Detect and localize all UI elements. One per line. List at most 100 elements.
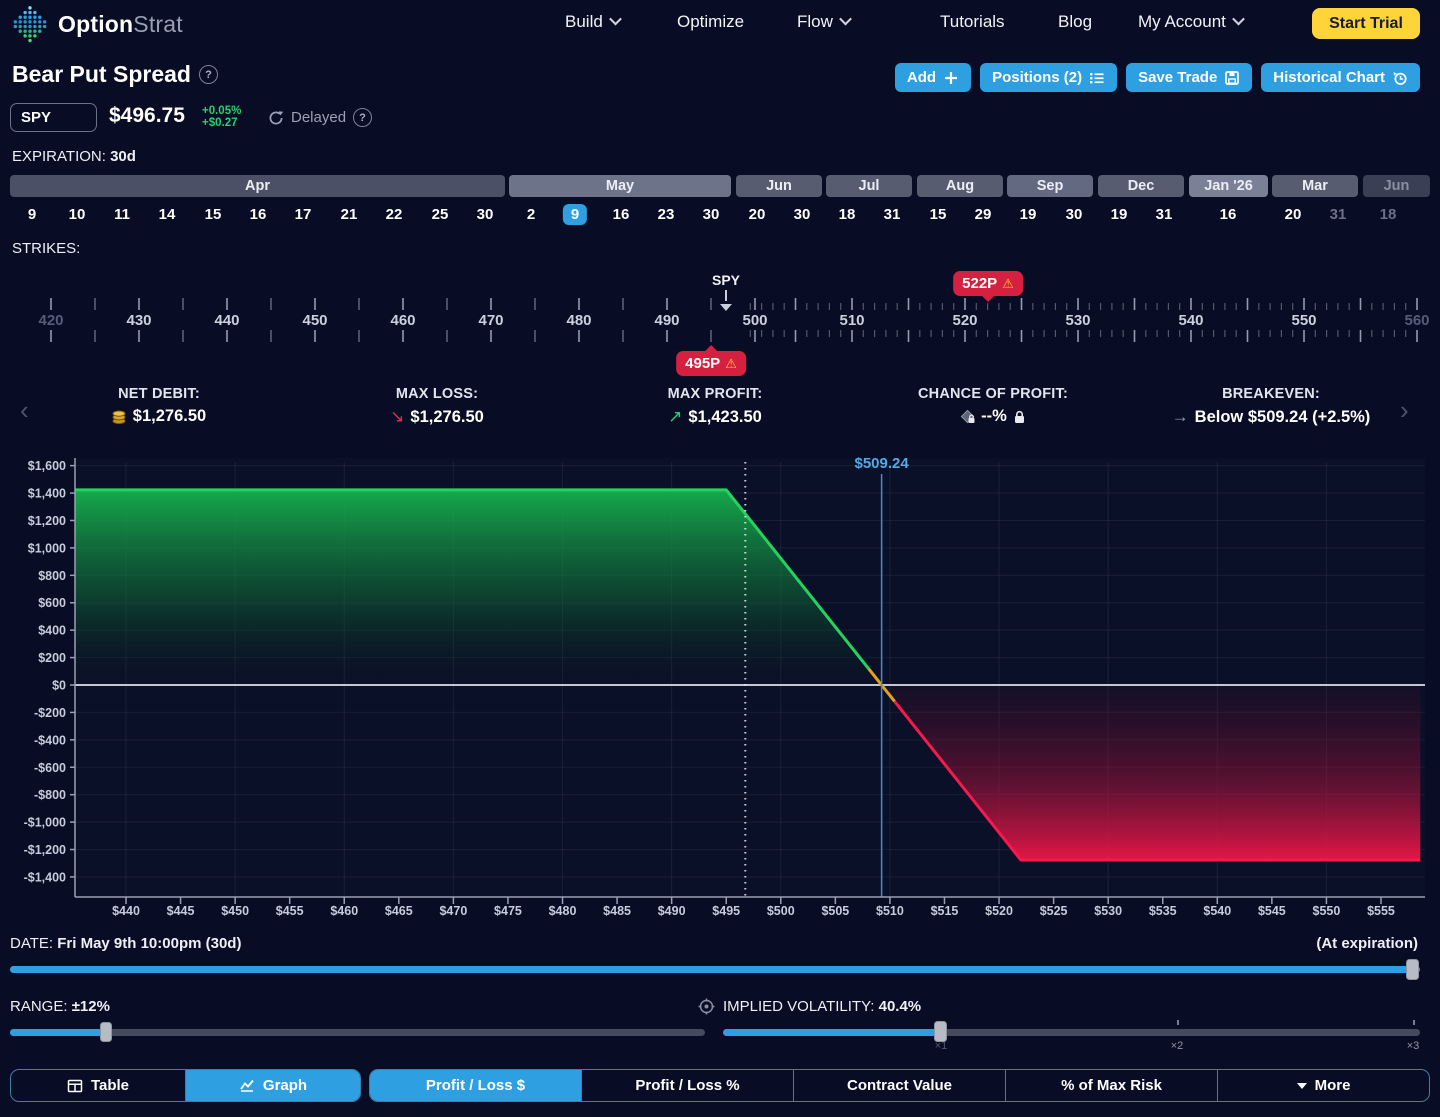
plus-icon <box>943 70 959 86</box>
symbol-input[interactable]: SPY <box>10 103 97 132</box>
strike-tick-label: 480 <box>566 312 591 329</box>
x-axis-tick-label: $465 <box>385 904 413 918</box>
range-slider-track[interactable] <box>10 1029 705 1036</box>
historical-chart-button[interactable]: Historical Chart <box>1261 63 1420 92</box>
tab-table[interactable]: Table <box>11 1070 185 1101</box>
expiration-date-mar-20[interactable]: 20 <box>1277 204 1310 225</box>
expiration-month-sep[interactable]: Sep <box>1007 175 1093 197</box>
expiration-date-apr-22[interactable]: 22 <box>378 204 411 225</box>
expiration-date-jun-30[interactable]: 30 <box>786 204 819 225</box>
expiration-month-jul[interactable]: Jul <box>826 175 912 197</box>
stat-label: MAX PROFIT: <box>576 386 854 402</box>
date-label: DATE: Fri May 9th 10:00pm (30d) <box>10 935 241 952</box>
nav-item-blog[interactable]: Blog <box>1058 12 1092 32</box>
tab-graph[interactable]: Graph <box>185 1070 360 1101</box>
expiration-month-jun[interactable]: Jun <box>736 175 822 197</box>
expiration-date-apr-30[interactable]: 30 <box>469 204 502 225</box>
expiration-month-aug[interactable]: Aug <box>917 175 1003 197</box>
expiration-date-jan-26-16[interactable]: 16 <box>1212 204 1245 225</box>
date-slider-handle[interactable] <box>1406 959 1419 980</box>
expiration-month-apr[interactable]: Apr <box>10 175 505 197</box>
stat-value-row: ↘$1,276.50 <box>298 407 576 427</box>
strike-badge-label: 495P <box>685 355 720 372</box>
save-trade-button[interactable]: Save Trade <box>1126 63 1252 92</box>
stat-value: $1,276.50 <box>410 408 483 427</box>
breakeven-price-label: $509.24 <box>854 455 909 472</box>
y-axis-tick-label: -$1,000 <box>24 816 66 830</box>
tab-more[interactable]: More <box>1217 1070 1429 1101</box>
strike-tick-label: 500 <box>742 312 767 329</box>
history-icon <box>1392 70 1408 86</box>
button-label: Positions (2) <box>992 69 1082 86</box>
positions-2-button[interactable]: Positions (2) <box>980 63 1117 92</box>
expiration-date-dec-19[interactable]: 19 <box>1103 204 1136 225</box>
expiration-date-apr-15[interactable]: 15 <box>197 204 230 225</box>
expiration-date-may-23[interactable]: 23 <box>650 204 683 225</box>
arrow-up-right-icon: ↗ <box>668 407 682 427</box>
expiration-date-apr-11[interactable]: 11 <box>106 204 138 225</box>
strike-badge-522p[interactable]: 522P⚠ <box>953 271 1023 296</box>
expiration-month-mar[interactable]: Mar <box>1272 175 1358 197</box>
expiration-month-may[interactable]: May <box>509 175 731 197</box>
expiration-date-apr-21[interactable]: 21 <box>333 204 366 225</box>
y-axis-tick-label: -$400 <box>34 733 66 747</box>
expiration-month-jan-26[interactable]: Jan '26 <box>1189 175 1268 197</box>
stat-value: $1,276.50 <box>133 407 206 426</box>
range-label: RANGE: ±12% <box>10 998 110 1015</box>
x-axis-tick-label: $515 <box>931 904 959 918</box>
x-axis-tick-label: $490 <box>658 904 686 918</box>
expiration-date-jun-18[interactable]: 18 <box>1372 204 1405 225</box>
expiration-date-may-30[interactable]: 30 <box>695 204 728 225</box>
spy-marker-arrow-icon <box>720 304 732 311</box>
button-label: Save Trade <box>1138 69 1217 86</box>
nav-item-label: Build <box>565 12 603 32</box>
refresh-icon[interactable] <box>268 110 284 126</box>
strike-badge-495p[interactable]: 495P⚠ <box>676 351 746 376</box>
stat-breakeven: BREAKEVEN:→Below $509.24 (+2.5%) <box>1132 386 1410 427</box>
nav-item-build[interactable]: Build <box>565 12 620 32</box>
nav-item-optimize[interactable]: Optimize <box>677 12 744 32</box>
expiration-date-apr-25[interactable]: 25 <box>424 204 457 225</box>
help-icon[interactable]: ? <box>199 65 218 84</box>
expiration-date-sep-19[interactable]: 19 <box>1012 204 1045 225</box>
expiration-date-aug-29[interactable]: 29 <box>967 204 1000 225</box>
tab-contract-value[interactable]: Contract Value <box>793 1070 1005 1101</box>
expiration-date-jul-18[interactable]: 18 <box>831 204 864 225</box>
nav-item-my-account[interactable]: My Account <box>1138 12 1243 32</box>
expiration-date-apr-14[interactable]: 14 <box>151 204 184 225</box>
tab-profit-loss[interactable]: Profit / Loss $ <box>370 1070 581 1101</box>
expiration-date-jul-31[interactable]: 31 <box>876 204 909 225</box>
range-slider-handle[interactable] <box>100 1022 112 1042</box>
expiration-date-mar-31[interactable]: 31 <box>1322 204 1355 225</box>
iv-tick-label-2: ×2 <box>1171 1040 1184 1052</box>
expiration-date-jun-20[interactable]: 20 <box>741 204 774 225</box>
expiration-date-apr-9[interactable]: 9 <box>20 204 44 225</box>
tab-of-max-risk[interactable]: % of Max Risk <box>1005 1070 1217 1101</box>
expiration-date-sep-30[interactable]: 30 <box>1058 204 1091 225</box>
iv-slider-handle[interactable] <box>934 1021 947 1042</box>
expiration-date-apr-17[interactable]: 17 <box>287 204 320 225</box>
brand-logo[interactable]: OptionStrat <box>10 4 183 44</box>
expiration-date-aug-15[interactable]: 15 <box>922 204 955 225</box>
x-axis-tick-label: $470 <box>439 904 467 918</box>
nav-item-flow[interactable]: Flow <box>797 12 850 32</box>
expiration-date-apr-10[interactable]: 10 <box>61 204 94 225</box>
expiration-date-may-9[interactable]: 9 <box>563 204 587 225</box>
stats-next-chevron[interactable]: › <box>1400 400 1409 420</box>
iv-tick-label-3: ×3 <box>1407 1040 1420 1052</box>
target-icon[interactable] <box>698 998 715 1015</box>
add-button[interactable]: Add <box>895 63 971 92</box>
iv-label: IMPLIED VOLATILITY: 40.4% <box>723 998 921 1015</box>
expiration-month-jun[interactable]: Jun <box>1363 175 1430 197</box>
expiration-month-dec[interactable]: Dec <box>1098 175 1184 197</box>
start-trial-button[interactable]: Start Trial <box>1312 8 1420 39</box>
nav-item-tutorials[interactable]: Tutorials <box>940 12 1005 32</box>
expiration-date-apr-16[interactable]: 16 <box>242 204 275 225</box>
x-axis-tick-label: $445 <box>167 904 195 918</box>
expiration-date-dec-31[interactable]: 31 <box>1148 204 1181 225</box>
expiration-date-may-16[interactable]: 16 <box>605 204 638 225</box>
tab-profit-loss[interactable]: Profit / Loss % <box>581 1070 793 1101</box>
expiration-date-may-2[interactable]: 2 <box>519 204 543 225</box>
profit-loss-chart[interactable]: $509.24$1,600$1,400$1,200$1,000$800$600$… <box>0 448 1440 918</box>
delayed-help-icon[interactable]: ? <box>353 108 372 127</box>
